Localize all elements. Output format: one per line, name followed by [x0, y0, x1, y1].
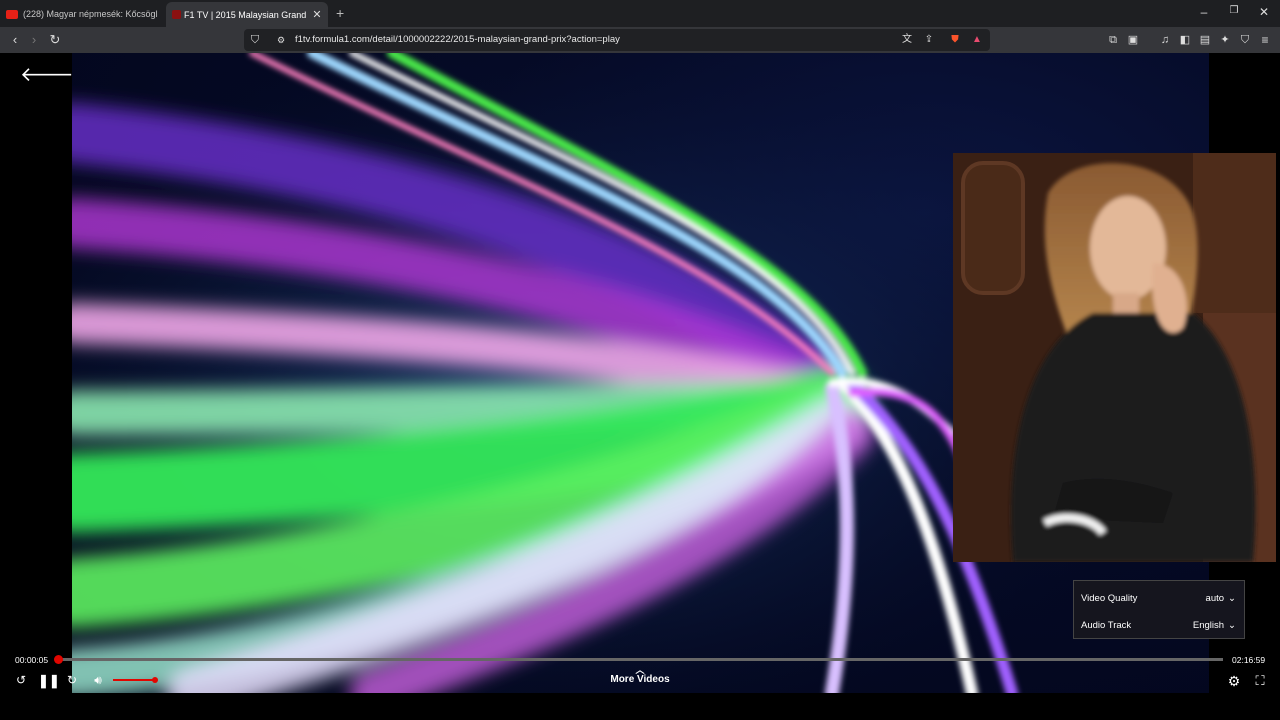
back-arrow-icon[interactable]: 🡐	[20, 62, 74, 87]
restore-icon[interactable]: ❐	[1224, 5, 1244, 16]
tab-strip: (228) Magyar népmesék: Kőcsöglkirály F1 …	[0, 0, 1280, 27]
forward-nav-icon[interactable]: ›	[25, 31, 43, 49]
chevron-down-icon: ⌄	[1228, 592, 1236, 604]
video-quality-select[interactable]: auto ⌄	[1206, 593, 1236, 604]
video-quality-label: Video Quality	[1081, 592, 1138, 604]
audio-track-row[interactable]: Audio Track English ⌄	[1081, 617, 1236, 633]
menu-icon[interactable]: ≡	[1256, 31, 1274, 49]
video-quality-value: auto	[1205, 592, 1225, 604]
url-text[interactable]: f1tv.formula1.com/detail/1000002222/2015…	[295, 34, 620, 45]
fullscreen-icon[interactable]: ⛶	[1252, 673, 1268, 689]
video-quality-row[interactable]: Video Quality auto ⌄	[1081, 590, 1236, 606]
elapsed-time: 00:00:05	[15, 655, 49, 665]
portrait-image	[953, 153, 1276, 562]
settings-gear-icon[interactable]: ⚙	[1226, 673, 1242, 690]
close-window-icon[interactable]: ✕	[1254, 5, 1274, 19]
rewind-icon[interactable]: ↺	[13, 673, 29, 687]
new-tab-button[interactable]: +	[336, 5, 344, 21]
tab-title: (228) Magyar népmesék: Kőcsöglkirály	[23, 9, 158, 19]
minimize-icon[interactable]: –	[1194, 5, 1214, 19]
audio-track-value: English	[1192, 619, 1225, 631]
seek-bar[interactable]	[58, 658, 1223, 661]
tab-youtube[interactable]: (228) Magyar népmesék: Kőcsöglkirály	[6, 3, 158, 25]
youtube-icon	[6, 9, 18, 19]
sidebar-icon[interactable]: ◧	[1176, 31, 1194, 49]
more-videos-label: More Videos	[610, 674, 670, 685]
extensions-icon[interactable]: ⧉	[1104, 31, 1122, 49]
fast-forward-icon[interactable]: ↻	[64, 673, 80, 687]
volume-icon[interactable]: 🔊︎	[90, 673, 106, 688]
volume-handle[interactable]	[152, 677, 158, 683]
browser-toolbar: ‹ › ↻ ⛉ ⚙ f1tv.formula1.com/detail/10000…	[0, 27, 1280, 53]
chevron-down-icon: ⌄	[1228, 619, 1236, 631]
screenshot-icon[interactable]: ▣	[1124, 31, 1142, 49]
brave-rewards-icon[interactable]: ▲	[968, 31, 986, 49]
seek-handle[interactable]	[54, 655, 63, 664]
audio-track-select[interactable]: English ⌄	[1193, 620, 1236, 631]
tab-title: F1 TV | 2015 Malaysian Grand	[184, 9, 307, 20]
brave-shield-icon[interactable]: ⛊	[946, 31, 964, 49]
media-icon[interactable]: ♫	[1156, 31, 1174, 49]
volume-slider[interactable]	[113, 679, 155, 681]
reload-icon[interactable]: ↻	[46, 31, 64, 49]
more-videos-button[interactable]: ︿ More Videos	[600, 665, 680, 686]
share-icon[interactable]: ⇪	[920, 31, 938, 49]
close-tab-icon[interactable]: ✕	[310, 8, 324, 21]
back-nav-icon[interactable]: ‹	[6, 31, 24, 49]
speaker-icon	[172, 10, 181, 19]
address-bar[interactable]: ⛉ ⚙ f1tv.formula1.com/detail/1000002222/…	[244, 29, 990, 51]
audio-track-label: Audio Track	[1081, 619, 1132, 631]
wallet-icon[interactable]: ▤	[1196, 31, 1214, 49]
tab-f1tv[interactable]: F1 TV | 2015 Malaysian Grand ✕	[166, 2, 328, 27]
chevron-up-icon: ︿	[635, 665, 645, 675]
pause-icon[interactable]: ❚❚	[38, 673, 60, 689]
site-settings-icon[interactable]: ⚙	[272, 31, 290, 49]
leo-ai-icon[interactable]: ✦	[1216, 31, 1234, 49]
vpn-icon[interactable]: ⛉	[1236, 31, 1254, 49]
screen: (228) Magyar népmesék: Kőcsöglkirály F1 …	[0, 0, 1280, 720]
translate-icon[interactable]: 文	[898, 31, 916, 49]
settings-panel: Video Quality auto ⌄ Audio Track English…	[1073, 580, 1245, 639]
overlay-photo	[953, 153, 1276, 562]
bookmark-icon[interactable]: ⛉	[246, 31, 264, 49]
duration-time: 02:16:59	[1232, 655, 1266, 665]
